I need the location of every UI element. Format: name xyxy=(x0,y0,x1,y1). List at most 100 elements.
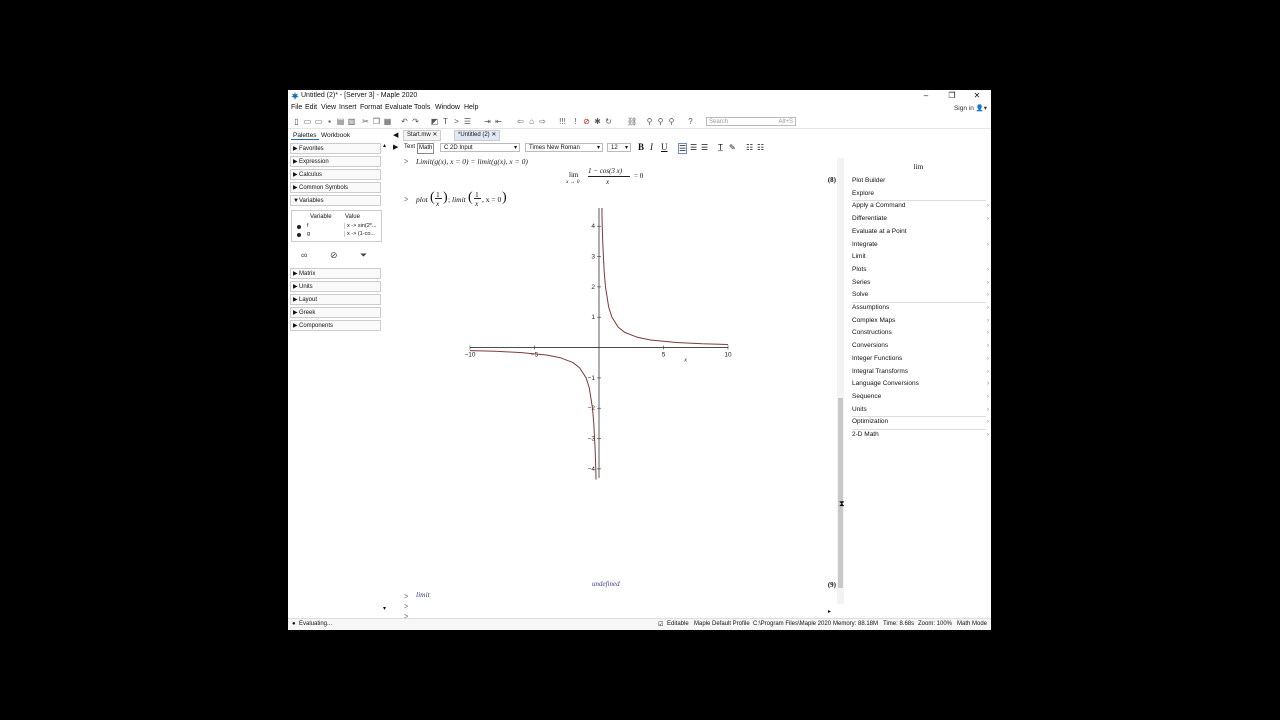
outdent-icon[interactable]: ⇤ xyxy=(494,117,503,126)
font-select[interactable]: Times New Roman ▾ xyxy=(525,143,603,152)
highlight-icon[interactable]: ✎ xyxy=(729,143,736,152)
text-color-icon[interactable]: T̲ xyxy=(718,143,723,152)
numbered-list-icon[interactable]: ☷ xyxy=(757,143,764,152)
bullet-list-icon[interactable]: ☷ xyxy=(746,143,753,152)
menu-tools[interactable]: Tools xyxy=(414,104,430,111)
context-item[interactable]: Series › xyxy=(852,277,989,289)
cut-icon[interactable]: ✂ xyxy=(361,117,370,126)
paste-icon[interactable]: ▦ xyxy=(383,117,392,126)
menu-window[interactable]: Window xyxy=(435,104,460,111)
palettes-scrollbar[interactable]: ▴ ▾ xyxy=(383,142,389,612)
context-item[interactable]: Conversions › xyxy=(852,340,989,352)
italic-icon[interactable]: I xyxy=(650,143,653,152)
zoom-100-icon[interactable]: ⚲ xyxy=(645,117,654,126)
zoom-out-icon[interactable]: ⚲ xyxy=(667,117,676,126)
align-left-icon[interactable]: ☰ xyxy=(678,143,688,154)
close-button[interactable]: ✕ xyxy=(965,90,989,102)
scroll-up-icon[interactable]: ▴ xyxy=(383,142,386,149)
context-item[interactable]: Plots › xyxy=(852,264,989,276)
palette-common-symbols[interactable]: ▶Common Symbols xyxy=(290,182,381,193)
forward-icon[interactable]: ⇨ xyxy=(538,117,547,126)
undo-icon[interactable]: ↶ xyxy=(400,117,409,126)
insert-plot-icon[interactable]: ◩ xyxy=(430,117,439,126)
print-icon[interactable]: ▤ xyxy=(336,117,345,126)
debug-icon[interactable]: ✱ xyxy=(593,117,602,126)
input-line-3[interactable]: limit xyxy=(416,590,430,599)
restore-button[interactable]: ❐ xyxy=(940,90,964,102)
context-item[interactable]: Assumptions › xyxy=(852,302,989,314)
empty-prompt[interactable]: > xyxy=(404,602,409,611)
context-item[interactable]: Units › xyxy=(852,404,989,416)
open-icon[interactable]: ▭ xyxy=(303,117,312,126)
context-item[interactable]: Solve › xyxy=(852,289,989,301)
menu-file[interactable]: File xyxy=(291,104,302,111)
filter-icon[interactable]: ⏷ xyxy=(360,250,367,261)
scrollbar-thumb[interactable] xyxy=(838,398,843,588)
input-line-2[interactable]: plot ( 1 x ) ; limit ( 1 x , x = 0 ) xyxy=(416,188,536,210)
palette-expression[interactable]: ▶Expression xyxy=(290,156,381,167)
palette-units[interactable]: ▶Units xyxy=(290,281,381,292)
text-mode-button[interactable]: Text xyxy=(404,143,415,152)
menu-help[interactable]: Help xyxy=(464,104,478,111)
context-item[interactable]: Integer Functions › xyxy=(852,353,989,365)
restart-icon[interactable]: ↻ xyxy=(604,117,613,126)
palette-variables[interactable]: ▼Variables xyxy=(290,195,381,206)
indent-icon[interactable]: ⇥ xyxy=(483,117,492,126)
collapse-left-panel-icon[interactable]: ◀ xyxy=(393,131,398,139)
input-line-1[interactable]: Limit(g(x), x = 0) = limit(g(x), x = 0) xyxy=(416,157,528,166)
copy-icon[interactable]: ❐ xyxy=(372,117,381,126)
print-preview-icon[interactable]: ▥ xyxy=(347,117,356,126)
menu-view[interactable]: View xyxy=(321,104,336,111)
search-input[interactable]: Search Alt+S xyxy=(706,117,796,126)
sign-in-link[interactable]: Sign in 👤▾ xyxy=(954,104,987,112)
context-item[interactable]: Sequence › xyxy=(852,391,989,403)
close-tab-icon[interactable]: ✕ xyxy=(432,132,437,138)
new-document-icon[interactable]: ▯ xyxy=(292,117,301,126)
palette-calculus[interactable]: ▶Calculus xyxy=(290,169,381,180)
insert-section-icon[interactable]: ☰ xyxy=(463,117,472,126)
context-item[interactable]: Evaluate at a Point xyxy=(852,226,986,238)
menu-evaluate[interactable]: Evaluate xyxy=(385,104,412,111)
context-item[interactable]: Explore xyxy=(852,188,986,200)
context-item[interactable]: Integrate › xyxy=(852,239,989,251)
back-icon[interactable]: ⇦ xyxy=(516,117,525,126)
show-icon[interactable]: ∞ xyxy=(301,250,307,260)
link-icon[interactable]: ⛓ xyxy=(627,117,637,126)
hide-icon[interactable]: ⊘ xyxy=(330,250,338,261)
doc-tab-start[interactable]: Start.mw ✕ xyxy=(403,130,442,141)
context-item[interactable]: Apply a Command › xyxy=(852,200,989,212)
palette-components[interactable]: ▶Components xyxy=(290,320,381,331)
close-tab-icon[interactable]: ✕ xyxy=(491,132,496,138)
variable-row-f[interactable]: f x -> sin(2*... xyxy=(292,223,381,231)
editable-checkbox[interactable]: ☑ xyxy=(658,621,663,628)
variable-row-g[interactable]: g x -> (1-co... xyxy=(292,231,381,239)
context-item[interactable]: Optimization › xyxy=(852,416,989,428)
stop-icon[interactable]: ⊘ xyxy=(582,117,591,126)
plot-1-over-x[interactable]: −10 −5 5 10−4−3−2−11234x xyxy=(464,208,740,488)
help-icon[interactable]: ? xyxy=(686,117,695,126)
math-mode-button[interactable]: Math xyxy=(417,143,435,154)
context-item[interactable]: Plot Builder xyxy=(852,175,986,187)
execute-icon[interactable]: ! xyxy=(571,117,580,126)
palette-favorites[interactable]: ▶Favorites xyxy=(290,143,381,154)
menu-insert[interactable]: Insert xyxy=(339,104,357,111)
open-url-icon[interactable]: ▭ xyxy=(314,117,323,126)
redo-icon[interactable]: ↷ xyxy=(411,117,420,126)
tab-palettes[interactable]: Palettes xyxy=(291,132,319,140)
context-item[interactable]: Limit xyxy=(852,251,986,263)
menu-format[interactable]: Format xyxy=(360,104,382,111)
context-item[interactable]: 2-D Math › xyxy=(852,429,989,441)
execute-all-icon[interactable]: !!! xyxy=(558,117,567,126)
align-center-icon[interactable]: ☰ xyxy=(690,143,697,152)
palette-layout[interactable]: ▶Layout xyxy=(290,294,381,305)
palette-matrix[interactable]: ▶Matrix xyxy=(290,268,381,279)
scroll-down-icon[interactable]: ▾ xyxy=(383,605,386,612)
zoom-in-icon[interactable]: ⚲ xyxy=(656,117,665,126)
palette-greek[interactable]: ▶Greek xyxy=(290,307,381,318)
input-mode-select[interactable]: C 2D Input ▾ xyxy=(440,143,520,152)
save-icon[interactable]: ▪ xyxy=(325,117,334,126)
home-icon[interactable]: ⌂ xyxy=(527,117,536,126)
context-item[interactable]: Constructions › xyxy=(852,327,989,339)
underline-icon[interactable]: U xyxy=(661,143,668,152)
insert-text-icon[interactable]: T xyxy=(441,117,450,126)
